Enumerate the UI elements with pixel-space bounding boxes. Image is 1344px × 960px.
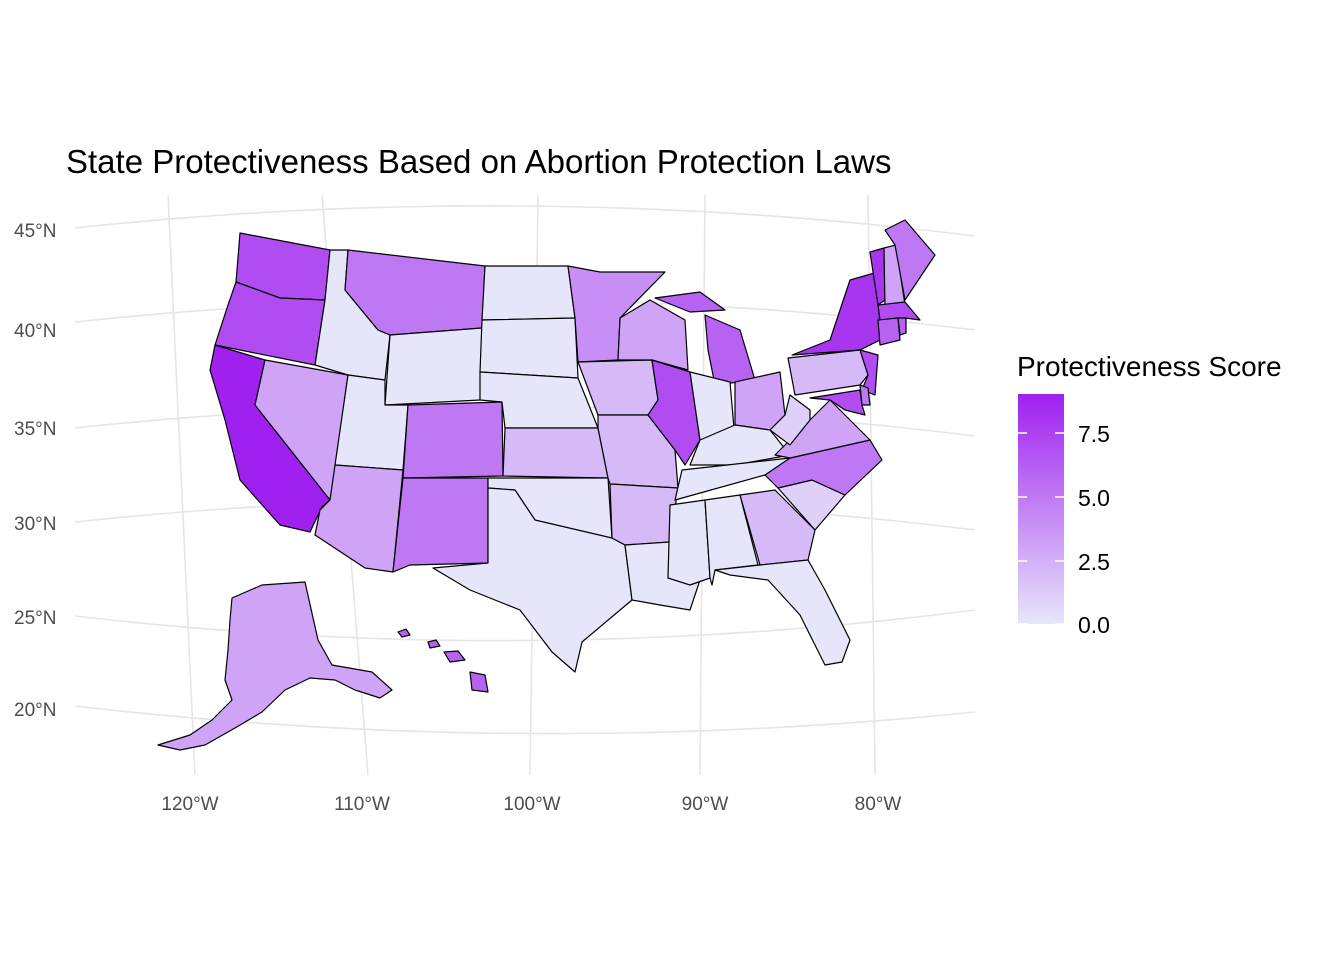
- state-hawaii-4: [469, 671, 489, 693]
- lat-label: 40°N: [14, 321, 56, 342]
- state-mississippi: [667, 499, 711, 586]
- state-kansas: [502, 427, 609, 479]
- legend-label: 5.0: [1078, 485, 1110, 511]
- lon-label: 90°W: [682, 794, 729, 815]
- lat-label: 30°N: [14, 514, 56, 535]
- state-north-dakota: [481, 265, 576, 321]
- legend-title: Protectiveness Score: [1017, 351, 1282, 382]
- legend-label: 2.5: [1078, 549, 1110, 575]
- legend-colorbar: [1018, 394, 1064, 624]
- legend-label: 7.5: [1078, 421, 1110, 447]
- legend-label: 0.0: [1078, 612, 1110, 638]
- choropleth-map: State Protectiveness Based on Abortion P…: [0, 0, 1344, 960]
- state-connecticut: [877, 317, 901, 346]
- state-arkansas: [609, 483, 679, 546]
- lon-label: 110°W: [334, 794, 390, 815]
- lon-label: 100°W: [503, 794, 560, 815]
- state-colorado: [402, 401, 504, 479]
- state-ohio: [734, 371, 786, 431]
- lon-label: 80°W: [855, 794, 902, 815]
- lat-label: 20°N: [14, 700, 56, 721]
- state-new-mexico: [392, 477, 489, 573]
- lat-label: 45°N: [14, 221, 56, 242]
- state-wyoming: [384, 327, 483, 406]
- state-rhode-island: [897, 317, 907, 336]
- lat-label: 35°N: [14, 419, 56, 440]
- lat-label: 25°N: [14, 608, 56, 629]
- state-south-dakota: [479, 317, 579, 379]
- chart-title: State Protectiveness Based on Abortion P…: [66, 143, 891, 180]
- lon-label: 120°W: [161, 794, 218, 815]
